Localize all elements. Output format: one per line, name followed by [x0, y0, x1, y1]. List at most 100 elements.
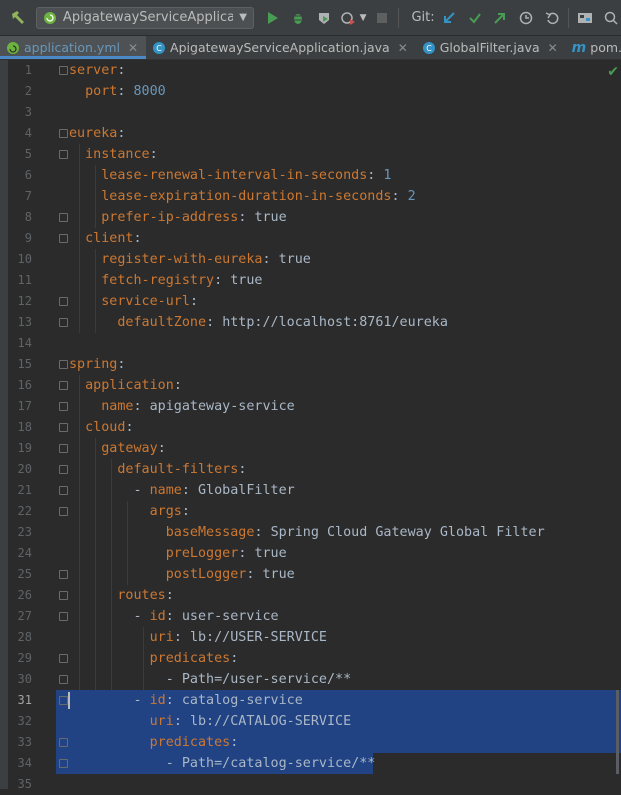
- line-number: 23: [17, 525, 32, 539]
- debug-icon[interactable]: [288, 8, 308, 28]
- tab-apigateway-service-application-java[interactable]: C ApigatewayServiceApplication.java ✕: [146, 36, 416, 59]
- code-text: prefer-ip-address: true: [101, 210, 287, 225]
- code-text: lease-expiration-duration-in-seconds: 2: [101, 189, 416, 204]
- fold-marker-icon[interactable]: [59, 444, 68, 453]
- close-icon[interactable]: ✕: [398, 41, 408, 55]
- svg-text:C: C: [156, 44, 162, 53]
- code-line[interactable]: 27 - id: user-service: [8, 606, 621, 627]
- search-icon[interactable]: [601, 8, 621, 28]
- code-line[interactable]: 33 predicates:: [8, 732, 621, 753]
- git-commit-check-icon[interactable]: [465, 8, 485, 28]
- fold-marker-icon[interactable]: [59, 759, 68, 768]
- code-line[interactable]: 4 eureka:: [8, 123, 621, 144]
- code-line[interactable]: 23 baseMessage: Spring Cloud Gateway Glo…: [8, 522, 621, 543]
- code-line[interactable]: 29 predicates:: [8, 648, 621, 669]
- code-line[interactable]: 2 port: 8000: [8, 81, 621, 102]
- code-text: application:: [85, 378, 182, 393]
- rollback-icon[interactable]: [542, 8, 562, 28]
- code-line[interactable]: 16 application:: [8, 375, 621, 396]
- profiler-icon[interactable]: [338, 8, 358, 28]
- line-number: 33: [17, 735, 32, 749]
- fold-marker-icon[interactable]: [59, 612, 68, 621]
- code-line[interactable]: 26 routes:: [8, 585, 621, 606]
- hammer-build-icon[interactable]: [8, 8, 28, 28]
- code-line[interactable]: 35: [8, 774, 621, 795]
- code-line[interactable]: 25 postLogger: true: [8, 564, 621, 585]
- fold-marker-icon[interactable]: [59, 213, 68, 222]
- project-structure-icon[interactable]: [575, 8, 595, 28]
- fold-marker-icon[interactable]: [59, 66, 68, 75]
- code-line[interactable]: 10 register-with-eureka: true: [8, 249, 621, 270]
- line-number: 28: [17, 630, 32, 644]
- code-line[interactable]: 28 uri: lb://USER-SERVICE: [8, 627, 621, 648]
- code-line[interactable]: 19 gateway:: [8, 438, 621, 459]
- fold-marker-icon[interactable]: [59, 675, 68, 684]
- stop-icon[interactable]: [373, 8, 393, 28]
- code-line[interactable]: 31 - id: catalog-service: [8, 690, 621, 711]
- code-line[interactable]: 7 lease-expiration-duration-in-seconds: …: [8, 186, 621, 207]
- code-line[interactable]: 8 prefer-ip-address: true: [8, 207, 621, 228]
- code-line[interactable]: 3: [8, 102, 621, 123]
- fold-marker-icon[interactable]: [59, 423, 68, 432]
- text-caret: [68, 692, 70, 709]
- code-line[interactable]: 21 - name: GlobalFilter: [8, 480, 621, 501]
- git-update-arrow-icon[interactable]: [439, 8, 459, 28]
- fold-marker-icon[interactable]: [59, 465, 68, 474]
- fold-marker-icon[interactable]: [59, 507, 68, 516]
- line-number: 24: [17, 546, 32, 560]
- code-line[interactable]: 17 name: apigateway-service: [8, 396, 621, 417]
- code-line[interactable]: 18 cloud:: [8, 417, 621, 438]
- fold-marker-icon[interactable]: [59, 297, 68, 306]
- code-editor[interactable]: ✔ 1 server: 2 port: 8000 3 4 eureka: 5 instanc…: [8, 60, 621, 791]
- run-configuration-select[interactable]: ApigatewayServiceApplication ▼: [35, 6, 254, 29]
- more-run-options-chevron-icon[interactable]: ▼: [360, 13, 367, 23]
- code-line[interactable]: 9 client:: [8, 228, 621, 249]
- fold-marker-icon[interactable]: [59, 360, 68, 369]
- tab-global-filter-java[interactable]: C GlobalFilter.java ✕: [416, 36, 566, 59]
- fold-marker-icon[interactable]: [59, 129, 68, 138]
- fold-marker-icon[interactable]: [59, 738, 68, 747]
- maven-icon: m: [571, 39, 587, 56]
- code-line[interactable]: 14: [8, 333, 621, 354]
- code-line[interactable]: 22 args:: [8, 501, 621, 522]
- fold-marker-icon[interactable]: [59, 486, 68, 495]
- scrollbar-thumb[interactable]: [616, 690, 619, 774]
- code-line[interactable]: 24 preLogger: true: [8, 543, 621, 564]
- fold-marker-icon[interactable]: [59, 234, 68, 243]
- code-text: - id: catalog-service: [133, 693, 303, 708]
- fold-marker-icon[interactable]: [59, 591, 68, 600]
- code-line[interactable]: 11 fetch-registry: true: [8, 270, 621, 291]
- code-text: - Path=/catalog-service/**: [165, 756, 376, 771]
- code-line[interactable]: 1 server:: [8, 60, 621, 81]
- run-icon[interactable]: [262, 8, 282, 28]
- code-line[interactable]: 5 instance:: [8, 144, 621, 165]
- code-line[interactable]: 34 - Path=/catalog-service/**: [8, 753, 621, 774]
- close-icon[interactable]: ✕: [548, 41, 558, 55]
- line-number: 19: [17, 441, 32, 455]
- code-line[interactable]: 30 - Path=/user-service/**: [8, 669, 621, 690]
- fold-marker-icon[interactable]: [59, 654, 68, 663]
- code-line[interactable]: 12 service-url:: [8, 291, 621, 312]
- fold-marker-icon[interactable]: [59, 402, 68, 411]
- java-class-icon: C: [153, 41, 166, 54]
- code-line[interactable]: 13 defaultZone: http://localhost:8761/eu…: [8, 312, 621, 333]
- fold-marker-icon[interactable]: [59, 696, 68, 705]
- code-line[interactable]: 32 uri: lb://CATALOG-SERVICE: [8, 711, 621, 732]
- git-push-arrow-icon[interactable]: [490, 8, 510, 28]
- code-line[interactable]: 6 lease-renewal-interval-in-seconds: 1: [8, 165, 621, 186]
- close-icon[interactable]: ✕: [128, 41, 138, 55]
- code-line[interactable]: 20 default-filters:: [8, 459, 621, 480]
- tab-pom-xml[interactable]: m pom.xml (ap: [566, 36, 621, 59]
- fold-marker-icon[interactable]: [59, 381, 68, 390]
- line-number: 2: [24, 84, 32, 98]
- line-number: 5: [24, 147, 32, 161]
- code-line[interactable]: 15 spring:: [8, 354, 621, 375]
- history-clock-icon[interactable]: [516, 8, 536, 28]
- fold-marker-icon[interactable]: [59, 150, 68, 159]
- tab-application-yml[interactable]: application.yml ✕: [0, 36, 147, 59]
- fold-marker-icon[interactable]: [59, 570, 68, 579]
- editor-tabs: application.yml ✕ C ApigatewayServiceApp…: [0, 36, 621, 60]
- fold-marker-icon[interactable]: [59, 318, 68, 327]
- line-number: 8: [24, 210, 32, 224]
- coverage-icon[interactable]: [314, 8, 334, 28]
